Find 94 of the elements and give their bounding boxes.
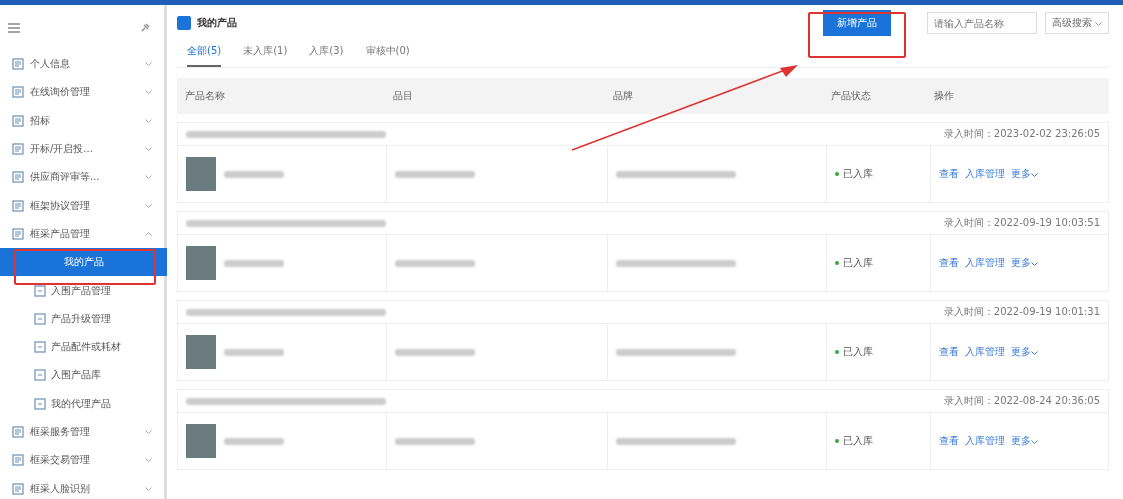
sidebar-item[interactable]: 框采服务管理: [0, 417, 164, 447]
list-icon: [12, 454, 24, 467]
sidebar-item[interactable]: 开标/开启投...: [0, 134, 164, 164]
action-link[interactable]: 更多: [1011, 167, 1038, 181]
chevron-icon: [145, 62, 152, 67]
tab[interactable]: 未入库(1): [243, 37, 288, 67]
chevron-icon: [145, 118, 152, 123]
chevron-icon: [145, 486, 152, 491]
action-link[interactable]: 查看: [939, 256, 959, 270]
chevron-icon: [1031, 351, 1038, 355]
entry-time: 录入时间：2023-02-02 23:26:05: [943, 127, 1100, 141]
chevron-icon: [1095, 22, 1102, 26]
blurred-text: [224, 259, 284, 267]
sidebar-subitem[interactable]: 入围产品管理: [0, 276, 164, 305]
sidebar-subitem[interactable]: 我的代理产品: [0, 389, 164, 418]
status-text: 已入库: [843, 167, 873, 181]
action-link[interactable]: 查看: [939, 345, 959, 359]
document-icon: [34, 284, 46, 297]
entry-time: 录入时间：2022-09-19 10:03:51: [943, 216, 1100, 230]
search-field[interactable]: 请输入产品名称: [926, 12, 1037, 34]
column-header: 品目: [392, 89, 414, 103]
sidebar-subitem[interactable]: 我的产品: [0, 248, 167, 277]
chevron-icon: [145, 458, 152, 463]
chevron-icon: [1031, 173, 1038, 177]
sidebar-item[interactable]: 框架协议管理: [0, 191, 164, 220]
entry-time: 录入时间：2022-08-24 20:36:05: [943, 394, 1100, 408]
sidebar-item[interactable]: 供应商评审等...: [0, 163, 164, 192]
action-link[interactable]: 更多: [1011, 434, 1038, 448]
document-icon: [34, 312, 46, 325]
column-header: 产品状态: [830, 89, 872, 103]
list-icon: [12, 86, 24, 99]
chevron-icon: [145, 430, 152, 434]
photo-placeholder: [186, 157, 216, 191]
action-link[interactable]: 入库管理: [965, 256, 1005, 270]
status-text: 已入库: [843, 345, 873, 359]
photo-placeholder: [186, 335, 216, 369]
list-icon: [12, 426, 24, 438]
sidebar-item[interactable]: 框采人脸识别: [0, 474, 164, 499]
document-icon: [34, 397, 46, 410]
list-icon: [12, 114, 24, 127]
sidebar-item[interactable]: 框采产品管理: [0, 219, 164, 249]
document-icon: [34, 341, 46, 354]
status-dot: [835, 439, 839, 443]
tab[interactable]: 审核中(0): [365, 37, 410, 67]
chevron-icon: [145, 175, 152, 180]
sidebar-item[interactable]: 框采交易管理: [0, 446, 164, 475]
status-dot: [835, 350, 839, 354]
chevron-icon: [1031, 440, 1038, 444]
page-icon: [177, 16, 191, 30]
status-dot: [835, 172, 839, 176]
document-icon: [34, 369, 46, 382]
entry-time: 录入时间：2022-09-19 10:01:31: [943, 305, 1100, 319]
list-icon: [12, 58, 24, 71]
advanced-search-button[interactable]: 高级搜索: [1044, 12, 1109, 34]
sidebar-subitem[interactable]: 产品配件或耗材: [0, 332, 164, 362]
column-header: 品牌: [612, 89, 634, 103]
chevron-icon: [145, 203, 152, 208]
chevron-icon: [1031, 262, 1038, 266]
action-link[interactable]: 查看: [939, 167, 959, 181]
status-dot: [835, 261, 839, 265]
photo-placeholder: [186, 246, 216, 280]
status-text: 已入库: [843, 434, 873, 448]
sidebar-subitem[interactable]: 入围产品库: [0, 361, 164, 390]
action-link[interactable]: 入库管理: [965, 434, 1005, 448]
action-link[interactable]: 更多: [1011, 345, 1038, 359]
pin-icon[interactable]: [141, 23, 150, 32]
status-text: 已入库: [843, 256, 873, 270]
chevron-icon: [145, 90, 152, 95]
chevron-icon: [145, 231, 152, 236]
column-header: 操作: [933, 89, 954, 103]
action-link[interactable]: 查看: [939, 434, 959, 448]
menu-icon[interactable]: [8, 22, 20, 33]
tab[interactable]: 入库(3): [309, 37, 344, 67]
action-link[interactable]: 更多: [1011, 256, 1038, 270]
sidebar-item[interactable]: 在线询价管理: [0, 78, 164, 107]
list-icon: [12, 482, 24, 495]
blurred-text: [224, 348, 284, 356]
add-product-button[interactable]: 新增产品: [822, 10, 891, 36]
action-link[interactable]: 入库管理: [965, 167, 1005, 181]
list-icon: [12, 199, 24, 212]
chevron-icon: [145, 147, 152, 152]
sidebar-item[interactable]: 招标: [0, 106, 164, 135]
blurred-text: [224, 170, 284, 178]
tab[interactable]: 全部(5): [187, 37, 222, 67]
list-icon: [12, 171, 24, 184]
sidebar-item[interactable]: 个人信息: [0, 50, 164, 79]
column-header: 产品名称: [184, 89, 226, 103]
blurred-text: [224, 437, 284, 445]
sidebar-subitem[interactable]: 产品升级管理: [0, 304, 164, 333]
page-title: 我的产品: [197, 16, 237, 30]
action-link[interactable]: 入库管理: [965, 345, 1005, 359]
list-icon: [12, 227, 24, 240]
list-icon: [12, 143, 24, 156]
photo-placeholder: [186, 424, 216, 458]
